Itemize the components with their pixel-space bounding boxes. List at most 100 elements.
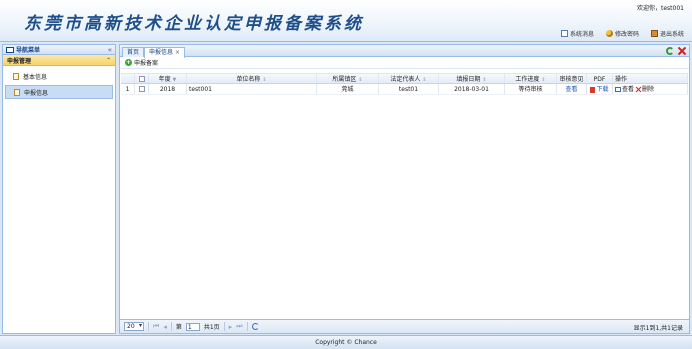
page-total: 共1页: [203, 324, 220, 331]
first-page-icon[interactable]: ⏮: [153, 322, 159, 331]
nav-title: 导航菜单: [6, 45, 40, 54]
column-header-date[interactable]: 填报日期 ⇕: [439, 74, 505, 83]
sort-icon: ⇕: [358, 77, 363, 83]
sort-icon: ⇕: [541, 77, 546, 83]
next-page-icon[interactable]: ▸: [229, 323, 233, 331]
add-declaration-button[interactable]: + 申报备案: [125, 58, 158, 67]
nav-group-label: 申报管理: [7, 57, 32, 65]
main-panel: 首页 申报信息 × + 申报备案 年度 ▼ 单位名称 ⇕ 所属镇区 ⇕ 法定代表人…: [119, 44, 690, 334]
column-header-review: 审核意见: [557, 74, 587, 83]
sort-icon: ⇕: [422, 77, 427, 83]
username: test001: [661, 5, 684, 12]
column-header-select[interactable]: [135, 74, 149, 83]
column-header-representative[interactable]: 法定代表人 ⇕: [379, 74, 439, 83]
column-header-area[interactable]: 所属镇区 ⇕: [317, 74, 379, 83]
grid-toolbar: + 申报备案: [120, 57, 689, 69]
cell-year: 2018: [149, 84, 187, 94]
column-label: 所属镇区: [332, 76, 357, 83]
view-action[interactable]: 查看: [615, 86, 634, 93]
change-password-link[interactable]: 修改密码: [605, 29, 639, 38]
sidebar-item-label: 基本信息: [23, 73, 48, 81]
system-title: 东莞市高新技术企业认定申报备案系统: [24, 14, 364, 34]
document-icon: [13, 72, 19, 80]
welcome-prefix: 欢迎你，: [637, 5, 662, 12]
pagination-bar: 20 ⏮ ◂ 第 1 共1页 ▸ ⏭ 显示1到1,共1记录: [120, 319, 689, 333]
tab-label: 首页: [127, 49, 140, 56]
column-header-actions: 操作: [613, 74, 688, 83]
column-header-unit[interactable]: 单位名称 ⇕: [187, 74, 317, 83]
key-icon: [605, 30, 613, 37]
nav-title-label: 导航菜单: [16, 47, 41, 54]
column-label: 审核意见: [559, 76, 584, 83]
record-info: 显示1到1,共1记录: [633, 325, 683, 332]
pager-separator: [246, 322, 248, 331]
pager-separator: [170, 322, 172, 331]
sidebar-item-basic-info[interactable]: 基本信息: [5, 69, 113, 83]
cell-review: 查看: [557, 84, 587, 94]
nav-group-declaration-management[interactable]: 申报管理 ⌃: [3, 55, 115, 66]
column-header-rownum: [121, 74, 135, 83]
column-label: PDF: [593, 76, 606, 83]
header-links: 系统消息 修改密码 退出系统: [560, 29, 684, 38]
tab-bar: 首页 申报信息 ×: [120, 45, 689, 58]
close-all-tabs-icon[interactable]: [678, 47, 686, 55]
pager-separator: [148, 322, 149, 331]
column-label: 年度: [158, 76, 171, 83]
refresh-icon[interactable]: [251, 323, 259, 330]
cell-representative: test01: [379, 84, 439, 94]
page-size-select[interactable]: 20: [124, 322, 144, 331]
row-select[interactable]: [135, 84, 149, 94]
message-icon: [560, 30, 568, 37]
column-header-year[interactable]: 年度 ▼: [149, 74, 187, 83]
tab-declaration-info[interactable]: 申报信息 ×: [144, 47, 186, 58]
view-icon: [615, 87, 621, 92]
prev-page-icon[interactable]: ◂: [163, 323, 167, 331]
view-label: 查看: [622, 86, 635, 93]
row-checkbox[interactable]: [138, 86, 145, 92]
welcome-text: 欢迎你，test001: [637, 3, 684, 12]
last-page-icon[interactable]: ⏭: [236, 322, 242, 331]
collapse-nav-button[interactable]: «: [108, 46, 112, 54]
cell-area: 莞城: [317, 84, 379, 94]
column-header-pdf: PDF: [587, 74, 613, 83]
tab-home[interactable]: 首页: [122, 47, 145, 57]
sort-desc-icon: ▼: [172, 77, 177, 83]
declaration-table: 年度 ▼ 单位名称 ⇕ 所属镇区 ⇕ 法定代表人 ⇕ 填报日期 ⇕ 工作进度 ⇕…: [121, 73, 688, 95]
change-password-label: 修改密码: [614, 31, 639, 38]
column-label: 操作: [615, 76, 628, 83]
table-row[interactable]: 1 2018 test001 莞城 test01 2018-03-01 等待审核…: [121, 84, 688, 95]
cell-date: 2018-03-01: [439, 84, 505, 94]
tab-close-icon[interactable]: ×: [175, 49, 180, 56]
cell-progress: 等待审核: [505, 84, 557, 94]
app-header: 东莞市高新技术企业认定申报备案系统 欢迎你，test001 系统消息 修改密码 …: [0, 0, 692, 42]
row-number: 1: [121, 84, 135, 94]
view-review-link[interactable]: 查看: [565, 86, 577, 93]
page-number-input[interactable]: 1: [185, 322, 200, 331]
select-all-checkbox[interactable]: [138, 75, 145, 82]
logout-label: 退出系统: [659, 31, 684, 38]
nav-header: 导航菜单 «: [3, 45, 115, 55]
add-icon: +: [125, 59, 132, 66]
download-pdf-link[interactable]: 下载: [590, 86, 609, 93]
navigation-panel: 导航菜单 « 申报管理 ⌃ 基本信息 申报信息: [2, 44, 116, 334]
column-label: 填报日期: [456, 76, 481, 83]
sort-icon: ⇕: [262, 77, 267, 83]
system-messages-label: 系统消息: [569, 31, 594, 38]
chevron-up-icon[interactable]: ⌃: [106, 57, 111, 64]
sidebar-item-declaration-info[interactable]: 申报信息: [5, 85, 113, 99]
table-header: 年度 ▼ 单位名称 ⇕ 所属镇区 ⇕ 法定代表人 ⇕ 填报日期 ⇕ 工作进度 ⇕…: [121, 73, 688, 84]
pdf-icon: [590, 86, 596, 93]
column-header-progress[interactable]: 工作进度 ⇕: [505, 74, 557, 83]
tab-label: 申报信息: [149, 49, 174, 56]
tab-tools: [666, 47, 686, 55]
column-label: 法定代表人: [390, 76, 421, 83]
delete-action[interactable]: 删除: [636, 86, 654, 93]
refresh-icon[interactable]: [666, 47, 674, 55]
page-prefix: 第: [175, 324, 182, 331]
footer: Copyright © Chance: [0, 335, 692, 349]
pager-separator: [223, 322, 225, 331]
system-messages-link[interactable]: 系统消息: [560, 29, 594, 38]
document-icon: [14, 88, 20, 96]
nav-items: 基本信息 申报信息: [3, 66, 115, 104]
logout-link[interactable]: 退出系统: [650, 29, 684, 38]
